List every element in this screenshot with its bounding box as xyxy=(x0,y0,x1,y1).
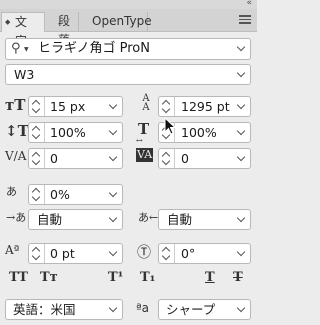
collapse-panel-icon[interactable]: « xyxy=(246,0,252,9)
aki-left-value: 自動 xyxy=(37,212,63,227)
kerning-value: 0 xyxy=(50,151,58,166)
antialias-select[interactable]: シャープ xyxy=(158,299,251,320)
mouse-cursor-icon xyxy=(164,117,177,135)
tab-paragraph[interactable]: 段落 xyxy=(45,12,79,47)
tracking-field[interactable]: 0 xyxy=(158,148,251,169)
tsume-field[interactable]: 0% xyxy=(28,184,123,205)
character-rotation-value: 0° xyxy=(181,246,196,261)
font-size-field[interactable]: 15 px xyxy=(28,96,123,117)
dropdown-arrow-icon[interactable] xyxy=(106,97,122,116)
baseline-shift-value: 0 pt xyxy=(50,246,75,261)
font-size-value: 15 px xyxy=(50,99,86,114)
panel-top-strip: « xyxy=(0,0,257,9)
dropdown-arrow-icon[interactable] xyxy=(106,244,122,263)
small-caps-button[interactable]: Tт xyxy=(40,270,58,285)
panel-menu-icon[interactable] xyxy=(239,13,251,25)
search-icon[interactable]: ⚲ xyxy=(11,39,21,58)
language-select[interactable]: 英語：米国 xyxy=(5,299,123,320)
font-size-icon: ᴛT xyxy=(5,96,26,114)
dropdown-arrow-icon[interactable] xyxy=(234,210,250,229)
dropdown-arrow-icon[interactable] xyxy=(234,97,250,116)
dropdown-arrow-icon[interactable] xyxy=(234,123,250,142)
leading-value: 1295 pt xyxy=(181,99,230,114)
horizontal-scale-arrow-icon: ↔ xyxy=(136,136,143,145)
tsume-value: 0% xyxy=(50,187,70,202)
tab-expand-icon: ◆ xyxy=(5,18,11,26)
dropdown-arrow-icon[interactable] xyxy=(106,300,122,319)
dropdown-arrow-icon[interactable] xyxy=(234,244,250,263)
character-rotation-field[interactable]: 0° xyxy=(158,243,251,264)
font-size-stepper[interactable] xyxy=(29,97,45,116)
font-style-value: W3 xyxy=(14,67,35,82)
vertical-scale-value: 100% xyxy=(50,125,86,140)
dropdown-arrow-icon[interactable] xyxy=(234,65,250,84)
dropdown-arrow-icon[interactable] xyxy=(234,149,250,168)
panel-tab-bar: ◆ 文字 段落 OpenType xyxy=(0,9,257,48)
tracking-value: 0 xyxy=(181,151,189,166)
horizontal-scale-value: 100% xyxy=(181,125,217,140)
aki-right-value: 自動 xyxy=(167,212,193,227)
tracking-stepper[interactable] xyxy=(159,149,175,168)
dropdown-arrow-icon[interactable] xyxy=(106,149,122,168)
chevron-down-icon: ▼ xyxy=(24,46,29,53)
leading-field[interactable]: 1295 pt xyxy=(158,96,251,117)
dropdown-arrow-icon[interactable] xyxy=(106,123,122,142)
tsume-stepper[interactable] xyxy=(29,185,45,204)
font-family-value: ヒラギノ角ゴ ProN xyxy=(38,41,150,56)
superscript-button[interactable]: T¹ xyxy=(108,270,123,285)
aki-left-icon: →あ xyxy=(6,211,27,224)
kerning-field[interactable]: 0 xyxy=(28,148,123,169)
font-style-select[interactable]: W3 xyxy=(5,64,251,85)
font-family-select[interactable]: ⚲ ▼ ヒラギノ角ゴ ProN xyxy=(5,38,251,60)
kerning-stepper[interactable] xyxy=(29,149,45,168)
leading-stepper[interactable] xyxy=(159,97,175,116)
leading-icon: AA xyxy=(142,93,150,113)
aki-right-icon: あ← xyxy=(138,211,159,224)
aki-left-select[interactable]: 自動 xyxy=(28,209,123,230)
tab-character[interactable]: ◆ 文字 xyxy=(1,12,45,48)
dropdown-arrow-icon[interactable] xyxy=(106,210,122,229)
antialias-value: シャープ xyxy=(166,302,216,317)
underline-button[interactable]: T xyxy=(205,270,215,285)
vertical-scale-stepper[interactable] xyxy=(29,123,45,142)
subscript-button[interactable]: T₁ xyxy=(140,270,155,285)
baseline-shift-field[interactable]: 0 pt xyxy=(28,243,123,264)
vertical-scale-icon: ↕T xyxy=(5,122,29,140)
baseline-shift-icon: Aª xyxy=(5,243,20,257)
tsume-icon: あ xyxy=(6,185,17,198)
antialias-icon: ªa xyxy=(136,301,150,315)
vertical-scale-field[interactable]: 100% xyxy=(28,122,123,143)
kerning-icon: V/A xyxy=(5,149,27,163)
aki-right-select[interactable]: 自動 xyxy=(158,209,251,230)
strikethrough-button[interactable]: T xyxy=(233,270,243,285)
dropdown-arrow-icon[interactable] xyxy=(234,39,250,58)
dropdown-arrow-icon[interactable] xyxy=(234,300,250,319)
dropdown-arrow-icon[interactable] xyxy=(106,185,122,204)
character-rotation-stepper[interactable] xyxy=(159,244,175,263)
all-caps-button[interactable]: TT xyxy=(9,270,28,285)
character-rotation-icon: Ⓣ xyxy=(137,245,151,261)
baseline-shift-stepper[interactable] xyxy=(29,244,45,263)
language-value: 英語：米国 xyxy=(13,302,76,317)
tab-opentype[interactable]: OpenType xyxy=(79,12,152,31)
tracking-icon: VA xyxy=(136,148,154,162)
